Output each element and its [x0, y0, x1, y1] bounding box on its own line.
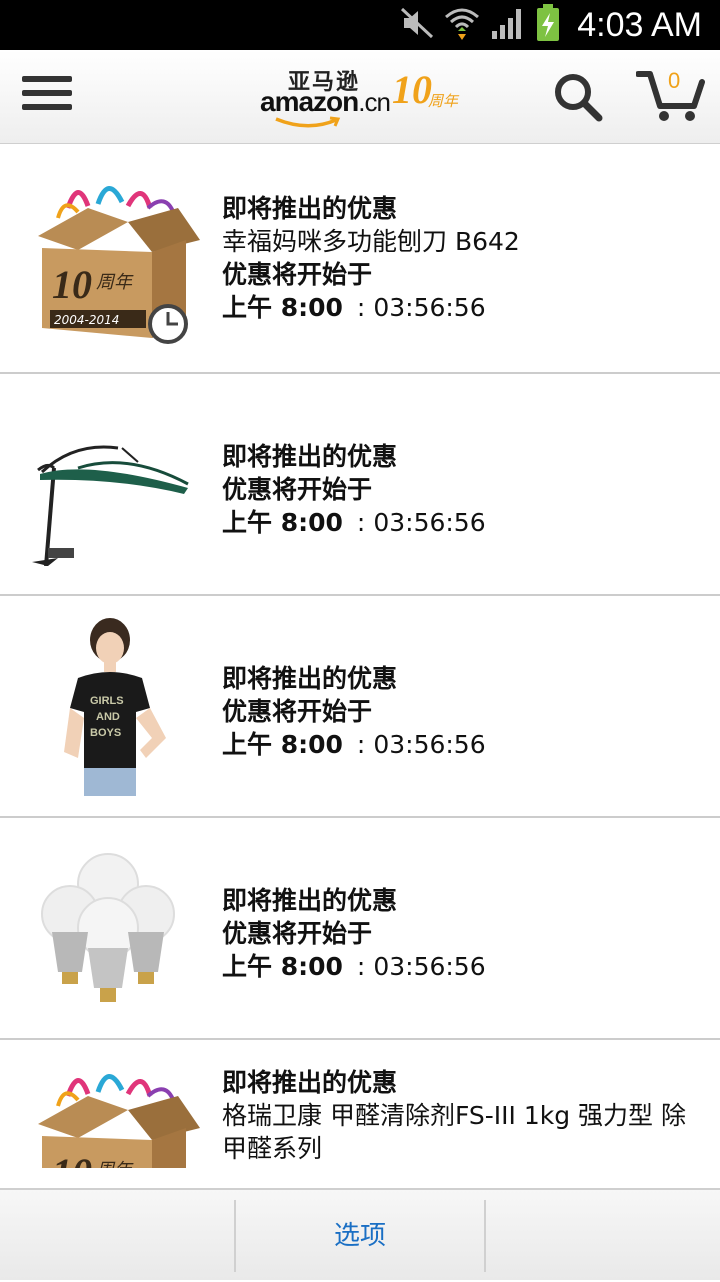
deal-countdown: 上午 8:00:03:56:56	[222, 508, 486, 537]
deal-name: 格瑞卫康 甲醛清除剂FS-III 1kg 强力型 除甲醛系列	[222, 1101, 686, 1163]
deal-starts-label: 优惠将开始于	[222, 260, 373, 289]
deal-image[interactable]	[18, 396, 200, 567]
anniversary-label: 周年	[428, 92, 459, 110]
status-bar: 4:03 AM	[0, 0, 720, 50]
deal-image[interactable]: 10 周年 2004-2014	[18, 178, 200, 348]
shirt-text-line: BOYS	[90, 727, 121, 739]
deal-image[interactable]: 10 周年	[18, 1066, 200, 1168]
deal-image[interactable]: GIRLS AND BOYS	[18, 618, 200, 796]
deal-starts-label: 优惠将开始于	[222, 919, 373, 948]
menu-icon	[22, 76, 72, 82]
deal-countdown: 上午 8:00:03:56:56	[222, 293, 486, 322]
deal-list[interactable]: 10 周年 2004-2014 即将推出的优惠 幸福妈咪多功能刨刀 B642 优…	[0, 144, 720, 1168]
deal-image[interactable]	[18, 848, 200, 1018]
deal-timer: 03:56:56	[373, 508, 486, 537]
deal-start-time: 上午 8:00	[222, 952, 343, 981]
divider	[484, 1200, 486, 1272]
shirt-text-line: AND	[96, 711, 120, 723]
deal-start-time: 上午 8:00	[222, 508, 343, 537]
box-anniversary-number: 10	[52, 262, 92, 307]
deal-starts-label: 优惠将开始于	[222, 697, 373, 726]
menu-button[interactable]	[22, 76, 72, 118]
signal-icon	[490, 5, 526, 45]
deal-name: 幸福妈咪多功能刨刀 B642	[222, 227, 520, 256]
deal-item[interactable]: 10 周年 即将推出的优惠 格瑞卫康 甲醛清除剂FS-III 1kg 强力型 除…	[0, 1040, 720, 1168]
app-header: 亚马逊 amazon.cn 10 周年 0	[0, 50, 720, 144]
deal-countdown: 上午 8:00:03:56:56	[222, 730, 486, 759]
deal-heading: 即将推出的优惠	[222, 1068, 398, 1097]
search-icon	[555, 74, 603, 122]
box-anniversary-text: 周年	[96, 272, 134, 293]
cart-button[interactable]: 0	[635, 68, 706, 124]
amazon-logo[interactable]: 亚马逊 amazon.cn 10 周年	[260, 64, 460, 130]
deal-timer: 03:56:56	[373, 952, 486, 981]
search-button[interactable]	[553, 72, 603, 122]
deal-item[interactable]: 即将推出的优惠 优惠将开始于 上午 8:00:03:56:56	[0, 818, 720, 1040]
deal-item[interactable]: 即将推出的优惠 优惠将开始于 上午 8:00:03:56:56	[0, 374, 720, 596]
deal-start-time: 上午 8:00	[222, 293, 343, 322]
smile-arrow-icon	[275, 116, 341, 128]
deal-starts-label: 优惠将开始于	[222, 475, 373, 504]
deal-heading: 即将推出的优惠	[222, 886, 398, 915]
wifi-icon	[444, 5, 480, 45]
box-anniversary-text: 周年	[96, 1160, 134, 1168]
deal-text: 即将推出的优惠 优惠将开始于 上午 8:00:03:56:56	[222, 440, 702, 539]
deal-heading: 即将推出的优惠	[222, 442, 398, 471]
bottom-action-bar: 选项	[0, 1188, 720, 1280]
deal-start-time: 上午 8:00	[222, 730, 343, 759]
options-button[interactable]: 选项	[236, 1190, 484, 1282]
box-years: 2004-2014	[54, 313, 119, 327]
battery-charging-icon	[536, 4, 560, 46]
clock: 4:03 AM	[577, 6, 702, 44]
deal-heading: 即将推出的优惠	[222, 194, 398, 223]
anniversary-number: 10	[392, 67, 432, 112]
shirt-text-line: GIRLS	[90, 695, 124, 707]
deal-text: 即将推出的优惠 格瑞卫康 甲醛清除剂FS-III 1kg 强力型 除甲醛系列	[222, 1066, 702, 1165]
logo-wordmark: amazon.cn	[260, 86, 391, 117]
box-anniversary-number: 10	[52, 1150, 92, 1168]
deal-text: 即将推出的优惠 幸福妈咪多功能刨刀 B642 优惠将开始于 上午 8:00:03…	[222, 192, 702, 324]
deal-item[interactable]: GIRLS AND BOYS 即将推出的优惠 优惠将开始于 上午 8:00:03…	[0, 596, 720, 818]
status-icons	[400, 4, 560, 46]
mute-icon	[400, 7, 434, 43]
cart-count-badge: 0	[668, 68, 681, 93]
deal-timer: 03:56:56	[373, 293, 486, 322]
deal-text: 即将推出的优惠 优惠将开始于 上午 8:00:03:56:56	[222, 884, 702, 983]
deal-heading: 即将推出的优惠	[222, 664, 398, 693]
deal-countdown: 上午 8:00:03:56:56	[222, 952, 486, 981]
deal-item[interactable]: 10 周年 2004-2014 即将推出的优惠 幸福妈咪多功能刨刀 B642 优…	[0, 144, 720, 374]
deal-text: 即将推出的优惠 优惠将开始于 上午 8:00:03:56:56	[222, 662, 702, 761]
deal-timer: 03:56:56	[373, 730, 486, 759]
